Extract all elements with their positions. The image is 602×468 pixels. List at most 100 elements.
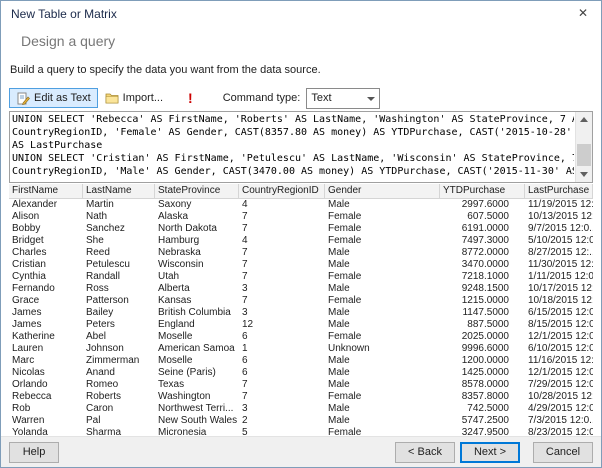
grid-cell: 887.5000 [467,319,509,330]
scroll-up-icon[interactable] [576,112,592,127]
run-query-icon[interactable]: ! [184,91,197,105]
grid-cell: 2025.0000 [461,331,509,342]
grid-cell: Male [328,283,350,294]
table-row[interactable]: Grace Patterson Kansas 7 Female 1215.0000 10/1… [9,295,593,307]
grid-cell: Male [328,319,350,330]
grid-cell: 12 [242,319,254,330]
grid-cell: 8/27/2015 12:... [528,247,593,258]
grid-cell: 10/18/2015 12:... [528,295,593,306]
grid-cell: Unknown [328,343,370,354]
table-row[interactable]: Bobby Sanchez North Dakota 7 Female 6191.0000… [9,223,593,235]
table-row[interactable]: Alexander Martin Saxony 4 Male 2997.6000 11/19… [9,199,593,211]
dialog-new-table-or-matrix: New Table or Matrix ✕ Design a query Bui… [0,0,602,468]
grid-cell: Charles [12,247,47,258]
grid-cell: American Samoa [158,343,235,354]
edit-pencil-icon [16,91,30,105]
column-header-gender[interactable]: Gender [325,184,440,198]
cancel-button[interactable]: Cancel [533,441,593,463]
grid-cell: Anand [86,367,115,378]
back-button[interactable]: < Back [395,441,455,463]
column-header-lastpurchase[interactable]: LastPurchase [525,184,593,198]
grid-cell: Northwest Terri... [158,403,234,414]
grid-cell: Male [328,415,350,426]
close-icon[interactable]: ✕ [575,6,591,20]
table-row[interactable]: Lauren Johnson American Samoa 1 Unknown 9996.… [9,343,593,355]
table-row[interactable]: Alison Nath Alaska 7 Female 607.5000 10/13/201… [9,211,593,223]
query-text-area[interactable]: UNION SELECT 'Rebecca' AS FirstName, 'Ro… [9,111,593,183]
grid-cell: Male [328,355,350,366]
table-row[interactable]: James Bailey British Columbia 3 Male 1147.500… [9,307,593,319]
grid-cell: Male [328,403,350,414]
column-header-lastname[interactable]: LastName [83,184,155,198]
grid-cell: Female [328,331,362,342]
table-row[interactable]: Charles Reed Nebraska 7 Male 8772.0000 8/27/20… [9,247,593,259]
grid-cell: Nebraska [158,247,201,258]
table-row[interactable]: Fernando Ross Alberta 3 Male 9248.1500 10/17/2… [9,283,593,295]
column-header-firstname[interactable]: FirstName [9,184,83,198]
grid-cell: 8357.8000 [461,391,509,402]
scroll-down-icon[interactable] [576,167,592,182]
grid-cell: Female [328,235,362,246]
sql-text[interactable]: UNION SELECT 'Rebecca' AS FirstName, 'Ro… [12,113,574,181]
grid-cell: Petulescu [86,259,130,270]
grid-cell: British Columbia [158,307,231,318]
grid-cell: 607.5000 [467,211,509,222]
table-row[interactable]: Bridget She Hamburg 4 Female 7497.3000 5/10/20… [9,235,593,247]
grid-cell: 5747.2500 [461,415,509,426]
column-header-stateprovince[interactable]: StateProvince [155,184,239,198]
grid-cell: Warren [12,415,45,426]
grid-cell: Johnson [86,343,124,354]
title-bar: New Table or Matrix ✕ [1,1,601,27]
grid-cell: 7 [242,247,248,258]
grid-cell: Utah [158,271,180,282]
grid-cell: 1200.0000 [461,355,509,366]
query-toolbar: Edit as Text Import... ! Command type: T… [9,87,593,109]
table-row[interactable]: James Peters England 12 Male 887.5000 8/15/201… [9,319,593,331]
command-type-label: Command type: [222,92,301,104]
command-type-value: Text [311,92,332,104]
table-row[interactable]: Cristian Petulescu Wisconsin 7 Male 3470.0000… [9,259,593,271]
grid-cell: 6 [242,331,248,342]
grid-cell: Male [328,259,350,270]
grid-cell: 2 [242,415,248,426]
grid-cell: 11/19/2015 12:... [528,199,593,210]
query-results-grid: FirstName LastName StateProvince CountryReg… [9,184,593,437]
grid-cell: Grace [12,295,40,306]
edit-as-text-button[interactable]: Edit as Text [9,88,98,108]
grid-cell: 11/30/2015 12:... [528,259,593,270]
grid-cell: Male [328,199,350,210]
grid-body: Alexander Martin Saxony 4 Male 2997.6000 11/19… [9,199,593,437]
grid-cell: Kansas [158,295,192,306]
grid-cell: Marc [12,355,35,366]
table-row[interactable]: Warren Pal New South Wales 2 Male 5747.2500 7/… [9,415,593,427]
grid-cell: Female [328,223,362,234]
grid-cell: Alberta [158,283,190,294]
grid-cell: 9996.6000 [461,343,509,354]
grid-cell: Female [328,211,362,222]
next-button[interactable]: Next > [460,441,520,463]
grid-cell: Alison [12,211,40,222]
grid-cell: New South Wales [158,415,238,426]
grid-cell: 8/15/2015 12:0... [528,319,593,330]
column-header-countryregionid[interactable]: CountryRegionID [239,184,325,198]
column-header-ytdpurchase[interactable]: YTDPurchase [440,184,525,198]
grid-cell: Washington [158,391,211,402]
table-row[interactable]: Rebecca Roberts Washington 7 Female 8357.8000… [9,391,593,403]
scroll-thumb[interactable] [577,144,591,166]
table-row[interactable]: Cynthia Randall Utah 7 Female 7218.1000 1/11/2… [9,271,593,283]
table-row[interactable]: Rob Caron Northwest Terri... 3 Male 742.5000 4… [9,403,593,415]
table-row[interactable]: Nicolas Anand Seine (Paris) 6 Male 1425.0000 1… [9,367,593,379]
table-row[interactable]: Orlando Romeo Texas 7 Male 8578.0000 7/29/2015… [9,379,593,391]
import-label: Import... [122,92,164,104]
table-row[interactable]: Katherine Abel Moselle 6 Female 2025.0000 12/1… [9,331,593,343]
table-row[interactable]: Marc Zimmerman Moselle 6 Male 1200.0000 11/16/… [9,355,593,367]
help-button[interactable]: Help [9,441,59,463]
import-button[interactable]: Import... [98,88,170,108]
grid-cell: Alexander [12,199,58,210]
grid-cell: 6191.0000 [461,223,509,234]
grid-cell: Bobby [12,223,41,234]
command-type-select[interactable]: Text [306,87,381,109]
grid-cell: 1/11/2015 12:0... [528,271,593,282]
sql-scrollbar[interactable] [575,112,592,182]
import-folder-icon [105,91,119,105]
